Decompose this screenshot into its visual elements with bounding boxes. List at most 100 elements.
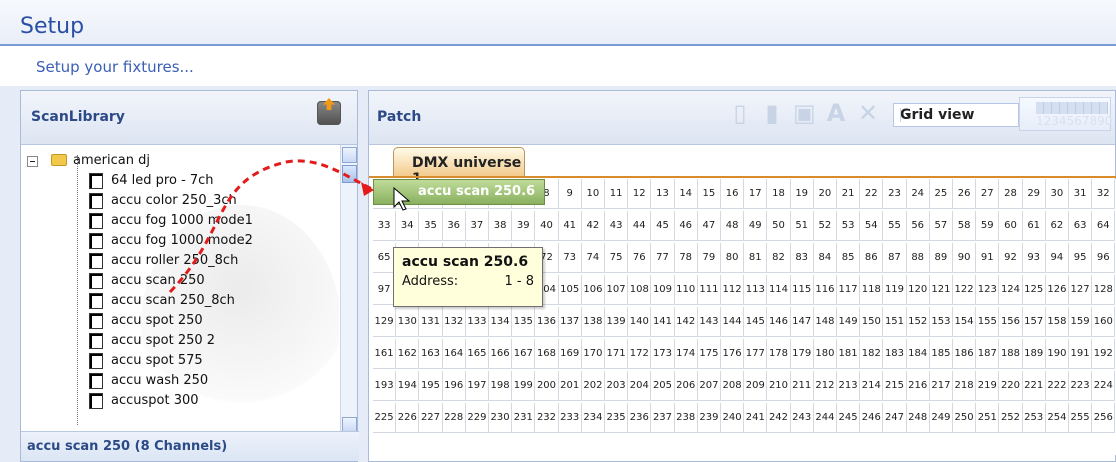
dmx-channel-cell[interactable]: 204	[628, 371, 652, 401]
dmx-channel-cell[interactable]: 35	[419, 211, 443, 241]
dmx-channel-cell[interactable]: 73	[558, 243, 582, 273]
dmx-channel-cell[interactable]: 231	[512, 403, 536, 433]
dmx-channel-cell[interactable]: 205	[651, 371, 675, 401]
dmx-channel-cell[interactable]: 108	[628, 275, 652, 305]
dmx-channel-cell[interactable]: 194	[396, 371, 420, 401]
dmx-channel-cell[interactable]: 228	[442, 403, 466, 433]
dmx-channel-cell[interactable]: 17	[744, 179, 768, 209]
dmx-channel-cell[interactable]: 244	[813, 403, 837, 433]
dmx-channel-cell[interactable]: 230	[489, 403, 513, 433]
dmx-channel-cell[interactable]: 167	[512, 339, 536, 369]
dmx-channel-cell[interactable]: 48	[721, 211, 745, 241]
dmx-channel-cell[interactable]: 221	[1022, 371, 1046, 401]
dmx-channel-cell[interactable]: 174	[674, 339, 698, 369]
dmx-channel-cell[interactable]: 116	[813, 275, 837, 305]
dmx-channel-cell[interactable]: 34	[396, 211, 420, 241]
dmx-channel-cell[interactable]: 212	[813, 371, 837, 401]
dmx-channel-cell[interactable]: 61	[1022, 211, 1046, 241]
dmx-channel-cell[interactable]: 190	[1045, 339, 1069, 369]
dmx-channel-cell[interactable]: 140	[628, 307, 652, 337]
dmx-channel-cell[interactable]: 243	[790, 403, 814, 433]
dmx-channel-cell[interactable]: 81	[744, 243, 768, 273]
dmx-channel-cell[interactable]: 152	[906, 307, 930, 337]
dmx-channel-cell[interactable]: 149	[837, 307, 861, 337]
dmx-channel-cell[interactable]: 168	[535, 339, 559, 369]
dmx-channel-cell[interactable]: 150	[860, 307, 884, 337]
dmx-channel-cell[interactable]: 16	[721, 179, 745, 209]
dmx-channel-cell[interactable]: 127	[1069, 275, 1093, 305]
dmx-channel-cell[interactable]: 188	[999, 339, 1023, 369]
dmx-channel-cell[interactable]: 177	[744, 339, 768, 369]
dmx-channel-cell[interactable]: 31	[1069, 179, 1093, 209]
dmx-channel-cell[interactable]: 18	[767, 179, 791, 209]
dmx-channel-cell[interactable]: 224	[1092, 371, 1116, 401]
dmx-channel-cell[interactable]: 136	[535, 307, 559, 337]
dmx-channel-cell[interactable]: 218	[953, 371, 977, 401]
dmx-channel-cell[interactable]: 106	[581, 275, 605, 305]
dmx-channel-cell[interactable]: 50	[767, 211, 791, 241]
dmx-channel-cell[interactable]: 24	[906, 179, 930, 209]
dmx-channel-cell[interactable]: 147	[790, 307, 814, 337]
dmx-channel-cell[interactable]: 180	[813, 339, 837, 369]
dmx-channel-cell[interactable]: 249	[929, 403, 953, 433]
dmx-channel-cell[interactable]: 225	[373, 403, 397, 433]
dmx-channel-cell[interactable]: 191	[1069, 339, 1093, 369]
dmx-channel-cell[interactable]: 173	[651, 339, 675, 369]
dmx-channel-cell[interactable]: 240	[721, 403, 745, 433]
dmx-channel-cell[interactable]: 229	[465, 403, 489, 433]
tab-dmx-universe-1[interactable]: DMX universe 1	[393, 147, 525, 187]
dmx-channel-cell[interactable]: 11	[605, 179, 629, 209]
dmx-channel-cell[interactable]: 49	[744, 211, 768, 241]
dmx-channel-cell[interactable]: 165	[465, 339, 489, 369]
dmx-channel-cell[interactable]: 38	[489, 211, 513, 241]
dmx-channel-cell[interactable]: 82	[767, 243, 791, 273]
dmx-channel-cell[interactable]: 155	[976, 307, 1000, 337]
dmx-channel-cell[interactable]: 15	[697, 179, 721, 209]
dmx-channel-cell[interactable]: 146	[767, 307, 791, 337]
dmx-channel-cell[interactable]: 26	[953, 179, 977, 209]
dmx-channel-cell[interactable]: 157	[1022, 307, 1046, 337]
dmx-channel-cell[interactable]: 216	[906, 371, 930, 401]
dmx-channel-cell[interactable]: 57	[929, 211, 953, 241]
dmx-channel-cell[interactable]: 179	[790, 339, 814, 369]
dmx-channel-cell[interactable]: 90	[953, 243, 977, 273]
dmx-channel-cell[interactable]: 22	[860, 179, 884, 209]
dmx-channel-cell[interactable]: 60	[999, 211, 1023, 241]
dmx-channel-cell[interactable]: 143	[697, 307, 721, 337]
dmx-channel-cell[interactable]: 23	[883, 179, 907, 209]
dmx-channel-cell[interactable]: 184	[906, 339, 930, 369]
dmx-channel-cell[interactable]: 185	[929, 339, 953, 369]
dmx-channel-cell[interactable]: 36	[442, 211, 466, 241]
dmx-channel-cell[interactable]: 163	[419, 339, 443, 369]
dmx-channel-cell[interactable]: 256	[1092, 403, 1116, 433]
dmx-channel-cell[interactable]: 19	[790, 179, 814, 209]
dmx-channel-cell[interactable]: 233	[558, 403, 582, 433]
dmx-channel-cell[interactable]: 182	[860, 339, 884, 369]
dmx-channel-cell[interactable]: 186	[953, 339, 977, 369]
dmx-channel-cell[interactable]: 94	[1045, 243, 1069, 273]
dmx-channel-cell[interactable]: 125	[1022, 275, 1046, 305]
dmx-channel-cell[interactable]: 145	[744, 307, 768, 337]
dmx-channel-cell[interactable]: 187	[976, 339, 1000, 369]
dmx-channel-cell[interactable]: 132	[442, 307, 466, 337]
dmx-channel-cell[interactable]: 85	[837, 243, 861, 273]
dmx-channel-cell[interactable]: 43	[605, 211, 629, 241]
dmx-channel-cell[interactable]: 75	[605, 243, 629, 273]
dmx-channel-cell[interactable]: 170	[581, 339, 605, 369]
dmx-channel-cell[interactable]: 128	[1092, 275, 1116, 305]
chevron-down-icon[interactable]	[900, 108, 914, 122]
grid-view-select[interactable]: Grid view	[893, 103, 1019, 127]
dmx-channel-cell[interactable]: 148	[813, 307, 837, 337]
dmx-channel-cell[interactable]: 181	[837, 339, 861, 369]
dmx-channel-cell[interactable]: 30	[1045, 179, 1069, 209]
dmx-channel-cell[interactable]: 210	[767, 371, 791, 401]
dmx-channel-cell[interactable]: 64	[1092, 211, 1116, 241]
dmx-channel-cell[interactable]: 55	[883, 211, 907, 241]
dmx-channel-cell[interactable]: 138	[581, 307, 605, 337]
dmx-channel-cell[interactable]: 241	[744, 403, 768, 433]
dmx-channel-cell[interactable]: 197	[465, 371, 489, 401]
dmx-channel-cell[interactable]: 237	[651, 403, 675, 433]
dmx-channel-cell[interactable]: 120	[906, 275, 930, 305]
dmx-channel-cell[interactable]: 53	[837, 211, 861, 241]
dmx-channel-cell[interactable]: 134	[489, 307, 513, 337]
